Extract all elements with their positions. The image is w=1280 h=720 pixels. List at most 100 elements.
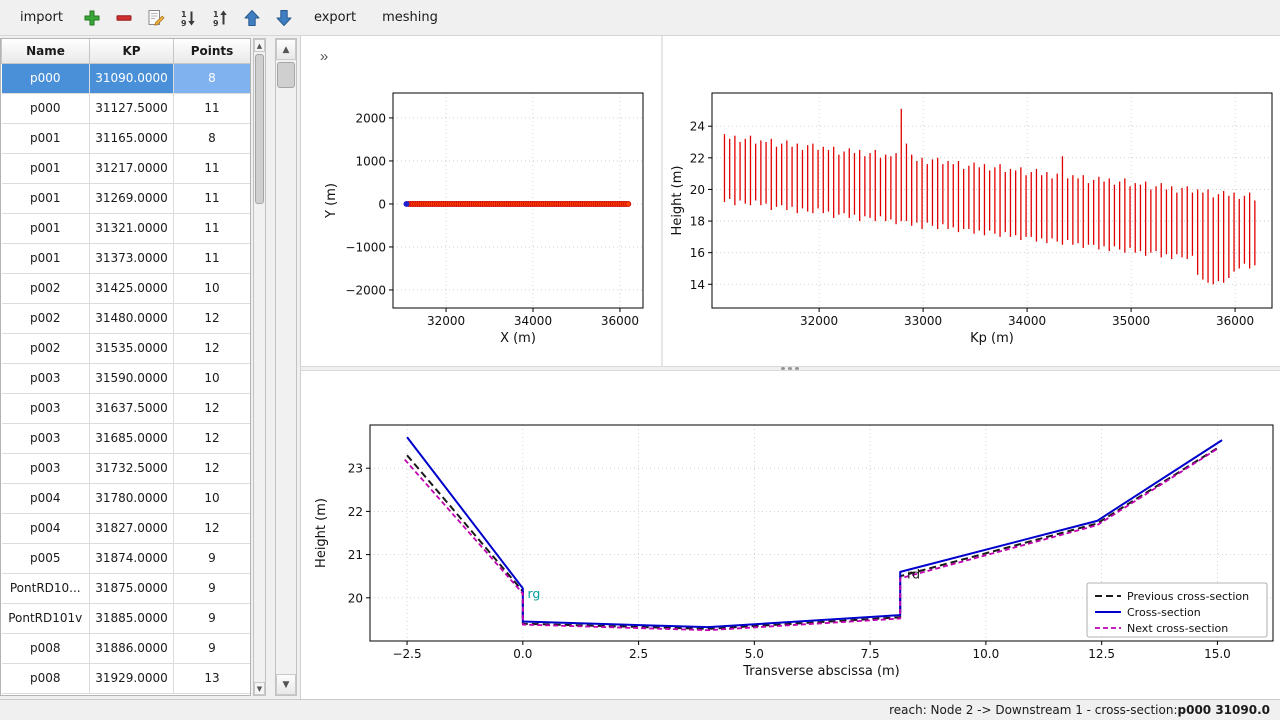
table-scrollbar[interactable]: ▲ ▼ — [253, 38, 266, 696]
cell-points: 11 — [174, 213, 251, 243]
table-row[interactable]: p00331685.000012 — [2, 423, 251, 453]
section-navigator-scrollbar[interactable]: ▲ ▼ — [275, 38, 297, 696]
cell-kp: 31269.0000 — [90, 183, 174, 213]
move-up-button[interactable] — [239, 4, 266, 31]
svg-text:34000: 34000 — [514, 314, 552, 328]
cell-name: p003 — [2, 423, 90, 453]
plan-view-chart[interactable]: 320003400036000−2000−1000010002000X (m)Y… — [301, 76, 661, 366]
remove-button[interactable] — [111, 4, 138, 31]
table-row[interactable]: p00231425.000010 — [2, 273, 251, 303]
table-row[interactable]: p00131165.00008 — [2, 123, 251, 153]
cell-kp: 31885.0000 — [90, 603, 174, 633]
cell-name: p000 — [2, 93, 90, 123]
toolbar-overflow-button[interactable]: » — [315, 41, 333, 71]
table-row[interactable]: PontRD101v31885.00009 — [2, 603, 251, 633]
menu-export[interactable]: export — [304, 6, 366, 29]
table-row[interactable]: p00431827.000012 — [2, 513, 251, 543]
edit-button[interactable] — [143, 4, 170, 31]
svg-text:24: 24 — [690, 120, 705, 134]
cell-name: p001 — [2, 183, 90, 213]
table-row[interactable]: p00331732.500012 — [2, 453, 251, 483]
svg-text:0: 0 — [378, 197, 386, 211]
svg-text:16: 16 — [690, 246, 705, 260]
svg-text:36000: 36000 — [1216, 314, 1254, 328]
svg-text:2.5: 2.5 — [629, 647, 648, 661]
table-row[interactable]: p00531874.00009 — [2, 543, 251, 573]
cell-points: 11 — [174, 93, 251, 123]
column-header-points[interactable]: Points — [174, 39, 251, 63]
splitter-dots-icon — [781, 367, 785, 370]
svg-text:Transverse abscissa (m): Transverse abscissa (m) — [742, 664, 900, 679]
cell-points: 12 — [174, 453, 251, 483]
add-button[interactable] — [79, 4, 106, 31]
section-scrollbar-track[interactable] — [276, 60, 296, 674]
cell-points: 11 — [174, 183, 251, 213]
cell-name: p002 — [2, 303, 90, 333]
cell-points: 12 — [174, 423, 251, 453]
cell-kp: 31685.0000 — [90, 423, 174, 453]
menu-import[interactable]: import — [10, 6, 73, 29]
table-row[interactable]: p00231535.000012 — [2, 333, 251, 363]
table-row[interactable]: p00331590.000010 — [2, 363, 251, 393]
cell-kp: 31732.5000 — [90, 453, 174, 483]
cross-section-toolbar — [301, 371, 1280, 411]
table-row[interactable]: p00031090.00008 — [2, 63, 251, 93]
sort-down-button[interactable]: 19 — [175, 4, 202, 31]
cell-points: 10 — [174, 273, 251, 303]
svg-text:Height (m): Height (m) — [314, 498, 329, 568]
table-row[interactable]: p00831929.000013 — [2, 663, 251, 693]
cell-kp: 31780.0000 — [90, 483, 174, 513]
svg-text:23: 23 — [348, 462, 363, 476]
cell-kp: 31590.0000 — [90, 363, 174, 393]
legend: Previous cross-sectionCross-sectionNext … — [1087, 583, 1267, 637]
longitudinal-profile-chart[interactable]: 3200033000340003500036000141618202224Kp … — [663, 76, 1280, 366]
svg-text:21: 21 — [348, 548, 363, 562]
cell-kp: 31425.0000 — [90, 273, 174, 303]
table-row[interactable]: p00131373.000011 — [2, 243, 251, 273]
table-row[interactable]: p00431780.000010 — [2, 483, 251, 513]
cell-points: 9 — [174, 543, 251, 573]
table-row[interactable]: p00131269.000011 — [2, 183, 251, 213]
svg-text:1000: 1000 — [355, 154, 386, 168]
section-down-button[interactable]: ▼ — [276, 674, 296, 695]
status-cross-section: p000 31090.0 — [1178, 703, 1270, 717]
svg-text:9: 9 — [213, 19, 219, 28]
longitudinal-toolbar — [663, 36, 1280, 76]
scroll-down-icon[interactable]: ▼ — [254, 682, 265, 695]
table-row[interactable]: p00831886.00009 — [2, 633, 251, 663]
section-up-button[interactable]: ▲ — [276, 39, 296, 60]
annotation-rg: rg — [527, 586, 540, 601]
scroll-up-icon[interactable]: ▲ — [254, 39, 265, 52]
svg-text:0.0: 0.0 — [513, 647, 532, 661]
cross-section-chart[interactable]: −2.50.02.55.07.510.012.515.020212223Tran… — [301, 411, 1279, 699]
menu-meshing[interactable]: meshing — [372, 6, 448, 29]
cell-kp: 31217.0000 — [90, 153, 174, 183]
cell-name: p005 — [2, 543, 90, 573]
table-row[interactable]: p00131321.000011 — [2, 213, 251, 243]
table-row[interactable]: p00031127.500011 — [2, 93, 251, 123]
svg-text:7.5: 7.5 — [861, 647, 880, 661]
cell-kp: 31637.5000 — [90, 393, 174, 423]
section-scrollbar-thumb[interactable] — [277, 62, 295, 88]
cross-sections-panel: Name KP Points p00031090.00008p00031127.… — [0, 36, 300, 699]
move-down-button[interactable] — [271, 4, 298, 31]
svg-text:15.0: 15.0 — [1204, 647, 1231, 661]
cell-points: 12 — [174, 303, 251, 333]
column-header-name[interactable]: Name — [2, 39, 90, 63]
svg-text:20: 20 — [348, 591, 363, 605]
column-header-kp[interactable]: KP — [90, 39, 174, 63]
cell-kp: 31874.0000 — [90, 543, 174, 573]
cell-points: 13 — [174, 663, 251, 693]
table-row[interactable]: p00231480.000012 — [2, 303, 251, 333]
table-header-row: Name KP Points — [2, 39, 251, 63]
table-row[interactable]: p00131217.000011 — [2, 153, 251, 183]
cell-points: 11 — [174, 243, 251, 273]
table-row[interactable]: PontRD10...31875.00009 — [2, 573, 251, 603]
table-scrollbar-thumb[interactable] — [255, 54, 264, 204]
table-row[interactable]: p00331637.500012 — [2, 393, 251, 423]
cell-kp: 31827.0000 — [90, 513, 174, 543]
annotation-rd: rd — [907, 566, 920, 581]
sort-up-button[interactable]: 19 — [207, 4, 234, 31]
table-scrollbar-track[interactable] — [254, 52, 265, 682]
svg-text:18: 18 — [690, 215, 705, 229]
